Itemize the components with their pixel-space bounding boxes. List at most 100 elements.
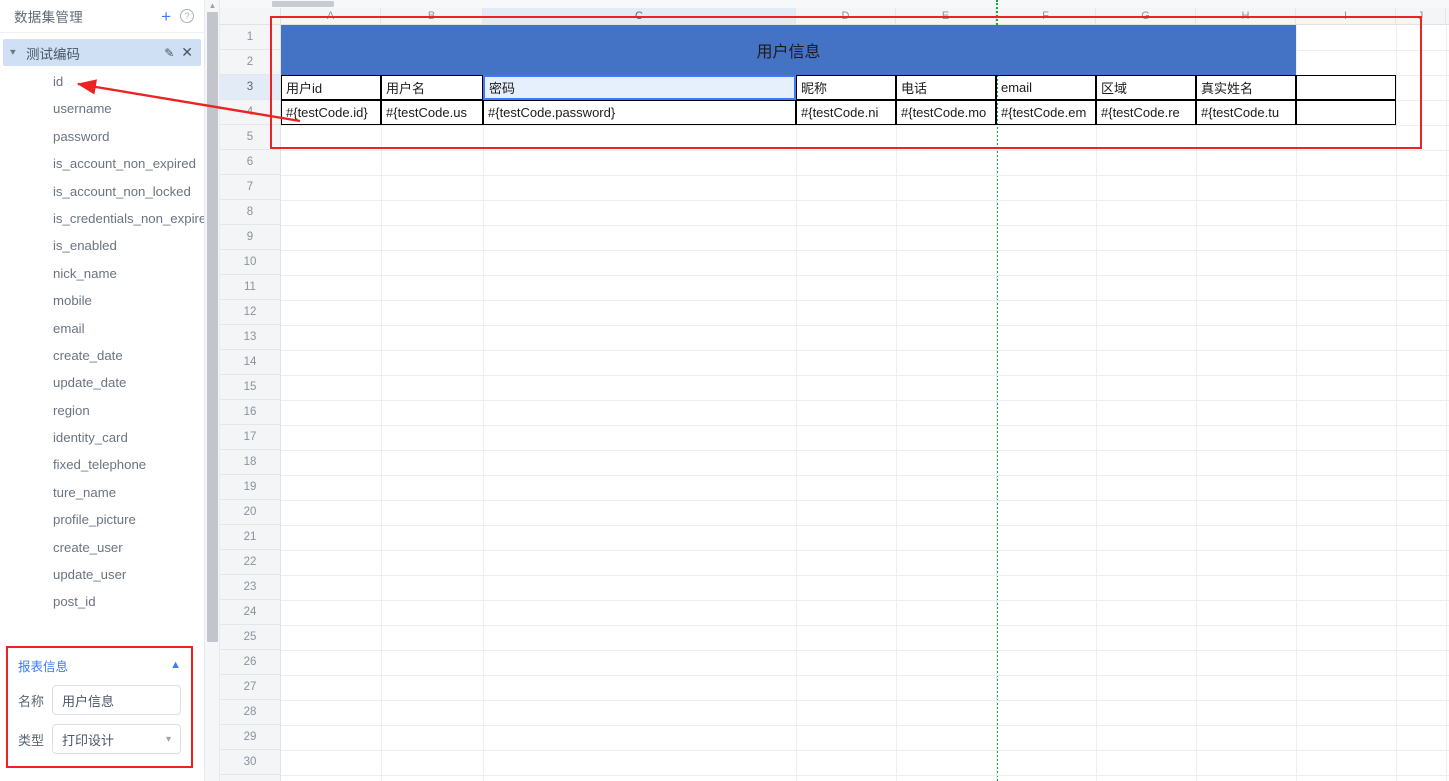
row-header-3[interactable]: 3 <box>220 75 280 100</box>
row-header-1[interactable]: 1 <box>220 25 280 50</box>
sheet-cell-E4[interactable]: #{testCode.mo <box>896 100 996 125</box>
horizontal-scrollbar[interactable] <box>220 0 1449 8</box>
sidebar-field-update-date[interactable]: update_date <box>0 369 204 396</box>
row-header-17[interactable]: 17 <box>220 425 280 450</box>
row-header-20[interactable]: 20 <box>220 500 280 525</box>
sidebar-field-is-account-non-expired[interactable]: is_account_non_expired <box>0 150 204 177</box>
sidebar-field-is-account-non-locked[interactable]: is_account_non_locked <box>0 178 204 205</box>
row-header-2[interactable]: 2 <box>220 50 280 75</box>
row-header-6[interactable]: 6 <box>220 150 280 175</box>
help-icon[interactable]: ? <box>180 9 194 23</box>
row-header-10[interactable]: 10 <box>220 250 280 275</box>
sidebar-field-create-user[interactable]: create_user <box>0 534 204 561</box>
gridline-horizontal <box>281 600 1449 601</box>
sidebar-field-id[interactable]: id <box>0 68 204 95</box>
row-header-23[interactable]: 23 <box>220 575 280 600</box>
sheet-title-cell[interactable]: 用户信息 <box>281 25 1296 75</box>
sheet-cell-H4[interactable]: #{testCode.tu <box>1196 100 1296 125</box>
sidebar-field-update-user[interactable]: update_user <box>0 561 204 588</box>
sheet-cell-A3[interactable]: 用户id <box>281 75 381 100</box>
sheet-cell-D3[interactable]: 昵称 <box>796 75 896 100</box>
row-header-16[interactable]: 16 <box>220 400 280 425</box>
sheet-cell-F3[interactable]: email <box>996 75 1096 100</box>
row-header-5[interactable]: 5 <box>220 125 280 150</box>
row-header-26[interactable]: 26 <box>220 650 280 675</box>
sheet-cell-H3[interactable]: 真实姓名 <box>1196 75 1296 100</box>
sidebar-scrollbar-thumb[interactable] <box>207 12 218 642</box>
horizontal-scrollbar-thumb[interactable] <box>272 1 334 7</box>
report-type-select[interactable]: 打印设计 ▾ <box>52 724 181 754</box>
sidebar-field-region[interactable]: region <box>0 397 204 424</box>
column-header-D[interactable]: D <box>796 8 896 24</box>
gridline-vertical <box>1396 25 1397 781</box>
column-header-E[interactable]: E <box>896 8 996 24</box>
sidebar-field-nick-name[interactable]: nick_name <box>0 260 204 287</box>
column-header-H[interactable]: H <box>1196 8 1296 24</box>
row-header-11[interactable]: 11 <box>220 275 280 300</box>
column-header-G[interactable]: G <box>1096 8 1196 24</box>
cell-canvas[interactable]: 用户信息 用户id 用户名 密码 昵称 电话 email 区域 真实姓名 #{testCode.i… <box>281 0 1449 781</box>
sheet-cell-C4[interactable]: #{testCode.password} <box>483 100 796 125</box>
sheet-cell-C3[interactable]: 密码 <box>483 75 796 100</box>
sidebar-field-password[interactable]: password <box>0 123 204 150</box>
report-name-input[interactable]: 用户信息 <box>52 685 181 715</box>
column-header-C[interactable]: C <box>483 8 796 24</box>
row-header-19[interactable]: 19 <box>220 475 280 500</box>
row-header-12[interactable]: 12 <box>220 300 280 325</box>
row-header-30[interactable]: 30 <box>220 750 280 775</box>
plus-icon[interactable]: + <box>161 8 171 25</box>
column-header-F[interactable]: F <box>996 8 1096 24</box>
sheet-cell-E3[interactable]: 电话 <box>896 75 996 100</box>
row-header-13[interactable]: 13 <box>220 325 280 350</box>
sidebar-field-create-date[interactable]: create_date <box>0 342 204 369</box>
sidebar-scrollbar[interactable]: ▲ <box>205 0 220 781</box>
row-header-9[interactable]: 9 <box>220 225 280 250</box>
row-header-22[interactable]: 22 <box>220 550 280 575</box>
sidebar-field-identity-card[interactable]: identity_card <box>0 424 204 451</box>
dataset-node-test-code[interactable]: ▾ 测试编码 ✎ ✕ <box>3 39 201 66</box>
close-icon[interactable]: ✕ <box>181 44 193 61</box>
row-header-24[interactable]: 24 <box>220 600 280 625</box>
sidebar-field-is-credentials-non-expire[interactable]: is_credentials_non_expire <box>0 205 204 232</box>
chevron-down-icon[interactable]: ▾ <box>10 47 25 58</box>
sidebar-field-is-enabled[interactable]: is_enabled <box>0 232 204 259</box>
sheet-cell-I3[interactable] <box>1296 75 1396 100</box>
sheet-cell-B3[interactable]: 用户名 <box>381 75 483 100</box>
select-all-corner[interactable] <box>220 8 281 24</box>
sheet-cell-G4[interactable]: #{testCode.re <box>1096 100 1196 125</box>
sheet-cell-A4[interactable]: #{testCode.id} <box>281 100 381 125</box>
sheet-cell-F4[interactable]: #{testCode.em <box>996 100 1096 125</box>
row-header-8[interactable]: 8 <box>220 200 280 225</box>
row-header-27[interactable]: 27 <box>220 675 280 700</box>
sidebar-field-email[interactable]: email <box>0 315 204 342</box>
report-info-header[interactable]: 报表信息 ▲ <box>18 654 181 676</box>
sidebar-field-post-id[interactable]: post_id <box>0 588 204 615</box>
column-header-A[interactable]: A <box>281 8 381 24</box>
row-header-21[interactable]: 21 <box>220 525 280 550</box>
sidebar-field-ture-name[interactable]: ture_name <box>0 479 204 506</box>
column-header-B[interactable]: B <box>381 8 483 24</box>
pencil-icon[interactable]: ✎ <box>164 46 174 60</box>
sidebar-field-username[interactable]: username <box>0 95 204 122</box>
scroll-up-icon[interactable]: ▲ <box>207 1 218 11</box>
sheet-cell-D4[interactable]: #{testCode.ni <box>796 100 896 125</box>
row-header-4[interactable]: 4 <box>220 100 280 125</box>
sheet-cell-G3[interactable]: 区域 <box>1096 75 1196 100</box>
chevron-up-icon[interactable]: ▲ <box>170 659 181 671</box>
sidebar-field-mobile[interactable]: mobile <box>0 287 204 314</box>
sheet-cell-B4[interactable]: #{testCode.us <box>381 100 483 125</box>
chevron-down-icon[interactable]: ▾ <box>166 734 171 745</box>
column-header-strip: ABCDEFGHIJK <box>220 8 1449 25</box>
row-header-18[interactable]: 18 <box>220 450 280 475</box>
sidebar-field-fixed-telephone[interactable]: fixed_telephone <box>0 451 204 478</box>
row-header-15[interactable]: 15 <box>220 375 280 400</box>
sidebar-field-profile-picture[interactable]: profile_picture <box>0 506 204 533</box>
row-header-14[interactable]: 14 <box>220 350 280 375</box>
row-header-29[interactable]: 29 <box>220 725 280 750</box>
row-header-25[interactable]: 25 <box>220 625 280 650</box>
row-header-7[interactable]: 7 <box>220 175 280 200</box>
column-header-J[interactable]: J <box>1396 8 1446 24</box>
row-header-28[interactable]: 28 <box>220 700 280 725</box>
column-header-I[interactable]: I <box>1296 8 1396 24</box>
sheet-cell-I4[interactable] <box>1296 100 1396 125</box>
